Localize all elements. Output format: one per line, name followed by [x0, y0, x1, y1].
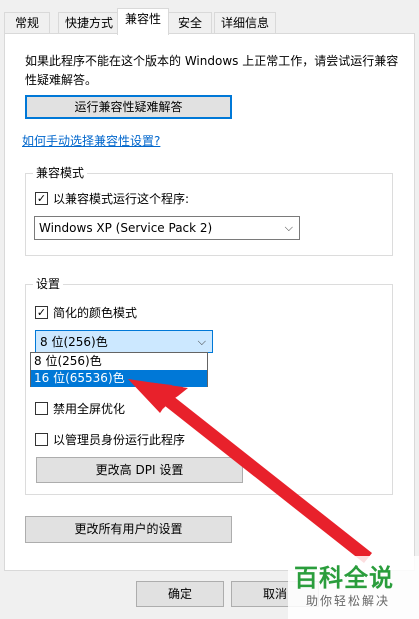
manual-settings-link[interactable]: 如何手动选择兼容性设置?: [22, 132, 160, 149]
compatibility-panel: 如果此程序不能在这个版本的 Windows 上正常工作，请尝试运行兼容性疑难解答…: [4, 33, 415, 571]
change-dpi-button[interactable]: 更改高 DPI 设置: [36, 457, 243, 483]
run-as-admin-checkbox-row[interactable]: 以管理员身份运行此程序: [35, 431, 185, 448]
tab-general[interactable]: 常规: [4, 12, 50, 34]
run-troubleshooter-button[interactable]: 运行兼容性疑难解答: [25, 95, 232, 119]
tab-security[interactable]: 安全: [168, 12, 212, 34]
os-version-value: Windows XP (Service Pack 2): [39, 221, 213, 235]
tab-shortcut[interactable]: 快捷方式: [58, 12, 118, 34]
chevron-down-icon: ⌵: [197, 334, 206, 348]
tab-label: 兼容性: [124, 12, 161, 26]
tab-strip: 常规 快捷方式 兼容性 安全 详细信息: [4, 8, 415, 35]
color-depth-value: 8 位(256)色: [40, 335, 108, 349]
compat-mode-checkbox-label: 以兼容模式运行这个程序:: [53, 192, 190, 206]
reduced-color-label: 简化的颜色模式: [53, 306, 138, 320]
tab-label: 常规: [14, 16, 39, 30]
settings-group: 设置 ✓ 简化的颜色模式 8 位(256)色 ⌵ 禁用全屏优化 以管理员身份运行…: [25, 277, 393, 495]
change-all-users-button[interactable]: 更改所有用户的设置: [25, 516, 232, 543]
ok-button[interactable]: 确定: [136, 581, 224, 607]
tab-label: 安全: [177, 16, 202, 30]
tab-label: 快捷方式: [65, 16, 114, 30]
chevron-down-icon: ⌵: [284, 221, 293, 234]
intro-text: 如果此程序不能在这个版本的 Windows 上正常工作，请尝试运行兼容性疑难解答…: [25, 54, 399, 87]
color-depth-select[interactable]: 8 位(256)色 ⌵: [35, 330, 213, 353]
color-option-8bit[interactable]: 8 位(256)色: [31, 353, 207, 370]
watermark-title: 百科全说: [294, 564, 394, 592]
tab-details[interactable]: 详细信息: [214, 12, 276, 34]
compat-mode-group: 兼容模式 ✓ 以兼容模式运行这个程序: Windows XP (Service …: [25, 166, 393, 256]
reduced-color-checkbox[interactable]: ✓: [35, 306, 48, 319]
os-version-select[interactable]: Windows XP (Service Pack 2) ⌵: [34, 216, 300, 240]
compat-mode-checkbox[interactable]: ✓: [35, 192, 48, 205]
watermark-subtitle: 助你轻松解决: [306, 594, 391, 608]
disable-fullscreen-checkbox[interactable]: [35, 402, 48, 415]
disable-fullscreen-label: 禁用全屏优化: [53, 402, 126, 416]
color-depth-dropdown-list: 8 位(256)色 16 位(65536)色: [30, 352, 208, 387]
run-as-admin-label: 以管理员身份运行此程序: [53, 433, 186, 447]
compat-mode-checkbox-row[interactable]: ✓ 以兼容模式运行这个程序:: [35, 190, 189, 207]
tab-label: 详细信息: [221, 16, 270, 30]
tab-compatibility[interactable]: 兼容性: [117, 8, 169, 35]
reduced-color-checkbox-row[interactable]: ✓ 简化的颜色模式: [35, 304, 137, 321]
settings-group-label: 设置: [33, 277, 64, 292]
disable-fullscreen-checkbox-row[interactable]: 禁用全屏优化: [35, 400, 125, 417]
watermark: 百科全说 助你轻松解决: [288, 556, 419, 619]
compat-mode-group-label: 兼容模式: [33, 166, 88, 181]
run-as-admin-checkbox[interactable]: [35, 433, 48, 446]
color-option-16bit[interactable]: 16 位(65536)色: [31, 370, 207, 387]
